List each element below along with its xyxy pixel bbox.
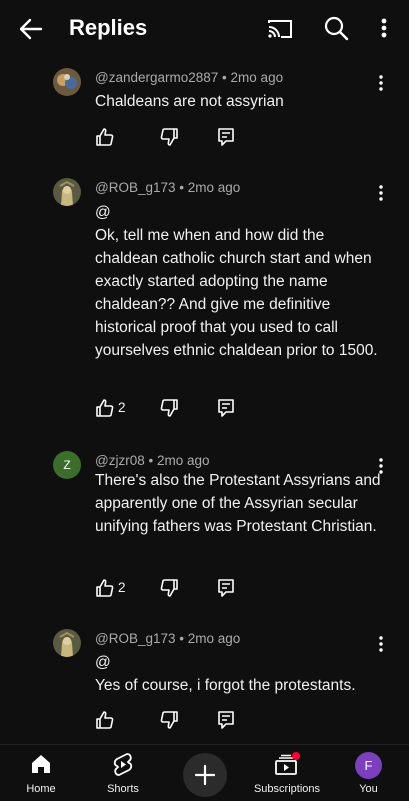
comment-age: 2mo ago [187,180,241,195]
notification-dot [292,752,300,760]
thumbs-up-icon [96,399,114,417]
reply-comment-icon [218,711,234,729]
avatar-image-icon [53,178,81,206]
reply-button[interactable] [216,709,236,731]
reply-comment-icon [218,399,234,417]
reply-comment-icon [218,128,234,146]
comment-line: @ [95,654,111,671]
reply-comment-icon [218,579,234,597]
cast-button[interactable] [265,14,295,44]
nav-subscriptions-label: Subscriptions [253,783,321,795]
comment-line: @ [95,204,111,221]
like-button[interactable] [95,709,115,731]
comment-text: Chaldeans are not assyrian [95,90,387,113]
plus-icon [194,764,216,786]
home-icon [32,755,50,773]
bottom-navigation: Home Shorts Subscriptions F You [0,744,409,801]
comment-actions: 2 [95,397,255,421]
thumbs-down-icon [160,579,178,597]
nav-subscriptions[interactable]: Subscriptions [246,745,328,801]
comment-meta: @zandergarmo2887 • 2mo ago [95,70,283,85]
back-arrow-icon [19,18,43,40]
comment-text: @ Yes of course, i forgot the protestant… [95,651,387,697]
avatar[interactable] [53,629,81,657]
reply-button[interactable] [216,397,236,419]
comment-age: 2mo ago [230,70,284,85]
thumbs-down-icon [160,399,178,417]
dislike-button[interactable] [159,397,179,419]
like-count: 2 [118,580,126,595]
dislike-button[interactable] [159,126,179,148]
meta-separator: • [179,631,184,646]
like-button[interactable]: 2 [95,577,126,599]
thumbs-up-icon [96,711,114,729]
shorts-icon [113,753,133,776]
nav-shorts[interactable]: Shorts [96,745,150,801]
like-button[interactable]: 2 [95,397,126,419]
nav-home[interactable]: Home [15,745,67,801]
nav-home-label: Home [26,783,56,795]
comment-author[interactable]: @ROB_g173 [95,631,176,646]
nav-you-label: You [359,783,378,795]
avatar[interactable]: Z [53,451,81,479]
comment-line: Ok, tell me when and how did the chaldea… [95,227,378,359]
avatar[interactable] [53,68,81,96]
comment-author[interactable]: @ROB_g173 [95,180,176,195]
thumbs-down-icon [160,711,178,729]
dislike-button[interactable] [159,577,179,599]
comment-meta: @zjzr08 • 2mo ago [95,453,210,468]
create-button[interactable] [183,753,227,797]
thumbs-up-icon [96,128,114,146]
thumbs-down-icon [160,128,178,146]
comment-author[interactable]: @zjzr08 [95,453,145,468]
nav-you[interactable]: F You [340,745,397,801]
search-button[interactable] [321,13,351,43]
avatar-image-icon [53,68,81,96]
comment-text: @ Ok, tell me when and how did the chald… [95,201,387,362]
back-button[interactable] [14,12,48,46]
reply-button[interactable] [216,126,236,148]
comment-age: 2mo ago [187,631,241,646]
more-vert-icon [381,18,387,38]
nav-shorts-label: Shorts [107,783,139,795]
comment-actions [95,126,255,150]
comment-line: There's also the Protestant Assyrians an… [95,472,381,535]
comment-line: Yes of course, i forgot the protestants. [95,677,356,694]
cast-icon [268,20,292,38]
comment-age: 2mo ago [156,453,210,468]
avatar-image-icon [53,629,81,657]
meta-separator: • [222,70,227,85]
comment-text: There's also the Protestant Assyrians an… [95,469,387,538]
thumbs-up-icon [96,579,114,597]
search-icon [324,16,349,41]
page-title: Replies [69,15,148,40]
comment-line: Chaldeans are not assyrian [95,93,284,110]
comment-actions [95,709,255,733]
meta-separator: • [179,180,184,195]
like-button[interactable] [95,126,115,148]
top-app-bar: Replies [0,0,409,58]
comment-actions: 2 [95,577,255,601]
like-count: 2 [118,400,126,415]
more-options-button[interactable] [374,13,394,43]
meta-separator: • [148,453,154,468]
you-avatar: F [355,752,382,779]
comment-meta: @ROB_g173 • 2mo ago [95,180,240,195]
dislike-button[interactable] [159,709,179,731]
comment-author[interactable]: @zandergarmo2887 [95,70,218,85]
comment-meta: @ROB_g173 • 2mo ago [95,631,240,646]
avatar[interactable] [53,178,81,206]
reply-button[interactable] [216,577,236,599]
